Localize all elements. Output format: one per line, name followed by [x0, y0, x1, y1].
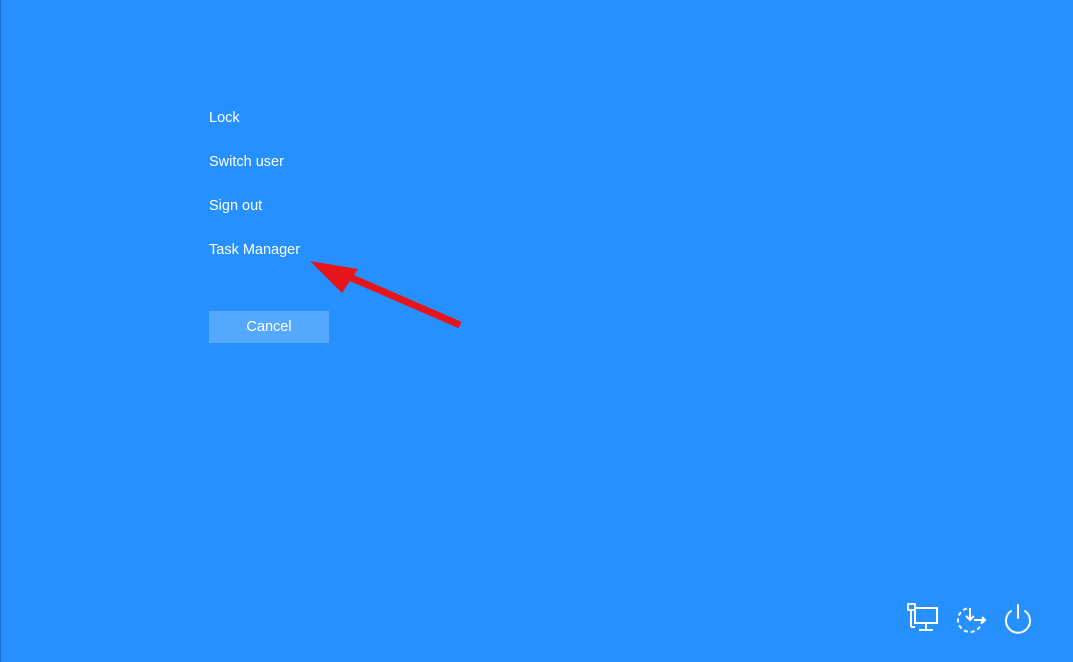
ease-of-access-icon[interactable]	[952, 600, 988, 636]
task-manager-option[interactable]: Task Manager	[209, 240, 300, 260]
cancel-button[interactable]: Cancel	[209, 311, 329, 343]
network-icon[interactable]	[904, 600, 940, 636]
lock-option[interactable]: Lock	[209, 108, 240, 128]
power-icon[interactable]	[1000, 600, 1036, 636]
sign-out-option[interactable]: Sign out	[209, 196, 262, 216]
switch-user-option[interactable]: Switch user	[209, 152, 284, 172]
security-options-screen: Lock Switch user Sign out Task Manager C…	[0, 0, 1073, 662]
screen-edge	[0, 0, 1, 662]
